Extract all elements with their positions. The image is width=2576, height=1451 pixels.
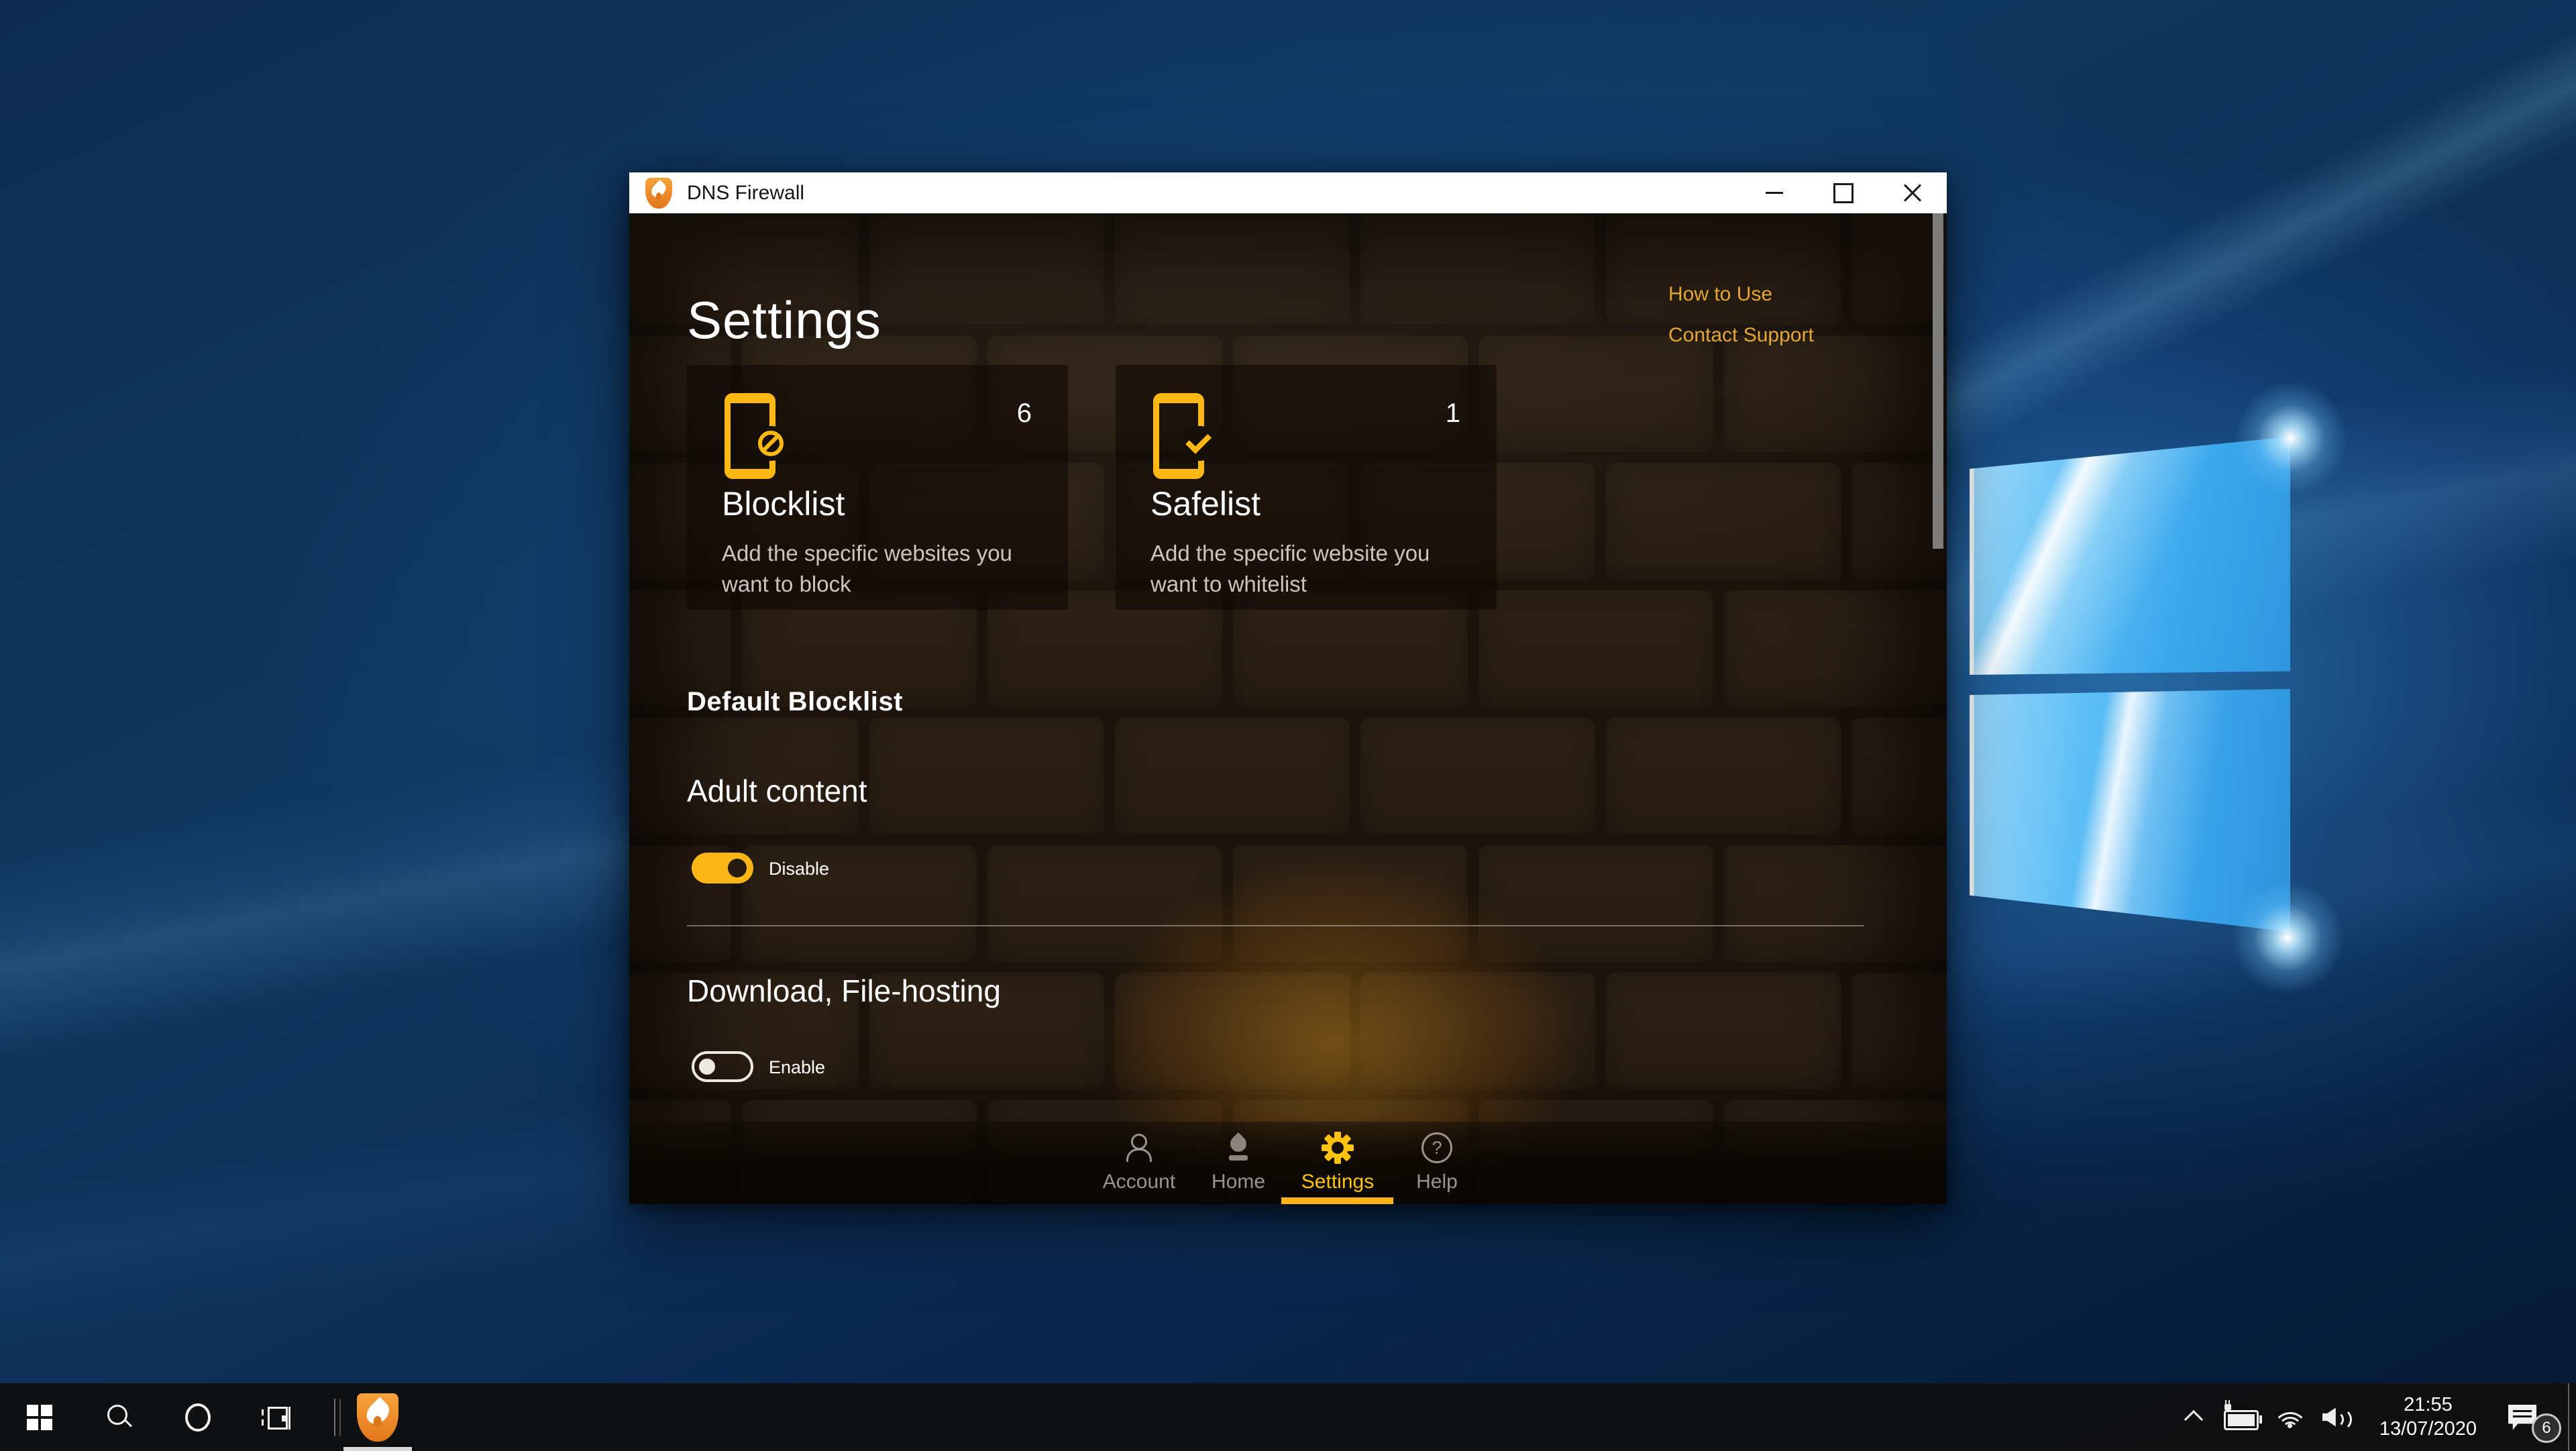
dns-firewall-app-icon bbox=[357, 1393, 398, 1442]
flame-icon bbox=[1223, 1132, 1254, 1163]
nav-item-account[interactable]: Account bbox=[1089, 1122, 1189, 1204]
bottom-navbar: Account Home Settings ? Help bbox=[629, 1117, 1947, 1204]
windows-logo-pane-bottom bbox=[1970, 689, 2290, 932]
adult-content-toggle-label: Disable bbox=[769, 859, 830, 879]
running-app-indicator bbox=[343, 1447, 412, 1451]
download-filehosting-toggle-label: Enable bbox=[769, 1057, 826, 1077]
settings-page: Settings How to Use Contact Support 6 Bl… bbox=[629, 213, 1947, 1204]
task-view-icon bbox=[262, 1403, 292, 1432]
maximize-icon bbox=[1833, 182, 1854, 203]
taskbar-separator bbox=[334, 1398, 335, 1436]
blocklist-card[interactable]: 6 Blocklist Add the specific websites yo… bbox=[687, 365, 1068, 610]
download-filehosting-label: Download, File-hosting bbox=[687, 973, 1001, 1008]
block-badge-icon bbox=[758, 431, 784, 456]
phone-block-icon bbox=[724, 393, 790, 479]
help-icon: ? bbox=[1421, 1132, 1452, 1163]
gear-icon bbox=[1322, 1132, 1354, 1164]
start-button[interactable] bbox=[0, 1383, 79, 1451]
safelist-card[interactable]: 1 Safelist Add the specific website you … bbox=[1116, 365, 1497, 610]
windows-logo-icon bbox=[27, 1404, 52, 1430]
page-title: Settings bbox=[687, 290, 881, 350]
clock-time: 21:55 bbox=[2404, 1393, 2453, 1415]
download-filehosting-toggle[interactable] bbox=[692, 1051, 753, 1082]
notification-badge: 6 bbox=[2532, 1413, 2561, 1443]
task-view-button[interactable] bbox=[237, 1383, 317, 1451]
window-title: DNS Firewall bbox=[687, 181, 805, 204]
close-button[interactable] bbox=[1878, 172, 1947, 213]
cortana-icon bbox=[185, 1403, 211, 1432]
safelist-card-description: Add the specific website you want to whi… bbox=[1150, 541, 1430, 596]
minimize-button[interactable] bbox=[1739, 172, 1809, 213]
person-icon bbox=[1124, 1132, 1155, 1163]
list-cards: 6 Blocklist Add the specific websites yo… bbox=[687, 365, 1497, 610]
chevron-up-icon bbox=[2184, 1409, 2203, 1429]
safelist-card-title: Safelist bbox=[1150, 485, 1260, 523]
windows-logo-pane-top bbox=[1970, 437, 2290, 675]
adult-content-toggle[interactable] bbox=[692, 853, 753, 883]
app-logo-shield-icon bbox=[645, 177, 672, 209]
blocklist-count: 6 bbox=[1016, 398, 1032, 428]
clock-date: 13/07/2020 bbox=[2379, 1417, 2477, 1440]
cortana-button[interactable] bbox=[158, 1383, 237, 1451]
check-badge-icon bbox=[1185, 427, 1212, 454]
nav-label-home: Home bbox=[1211, 1171, 1266, 1193]
active-tab-underline bbox=[1281, 1197, 1393, 1204]
maximize-button[interactable] bbox=[1809, 172, 1878, 213]
close-icon bbox=[1902, 183, 1923, 203]
how-to-use-link[interactable]: How to Use bbox=[1668, 283, 1814, 306]
scrollbar-thumb[interactable] bbox=[1933, 213, 1943, 549]
app-window: DNS Firewall Settings How to Use Contact… bbox=[629, 172, 1947, 1204]
search-icon bbox=[105, 1403, 133, 1432]
nav-item-help[interactable]: ? Help bbox=[1387, 1122, 1487, 1204]
default-blocklist-heading: Default Blocklist bbox=[687, 687, 903, 716]
volume-button[interactable] bbox=[2314, 1383, 2362, 1451]
speaker-icon bbox=[2322, 1405, 2353, 1431]
nav-label-help: Help bbox=[1416, 1171, 1458, 1193]
nav-label-settings: Settings bbox=[1301, 1171, 1375, 1193]
minimize-icon bbox=[1765, 192, 1783, 194]
network-button[interactable] bbox=[2267, 1383, 2314, 1451]
safelist-count: 1 bbox=[1445, 398, 1460, 428]
battery-charging-icon bbox=[2223, 1399, 2262, 1430]
system-tray: 21:55 13/07/2020 6 bbox=[2171, 1383, 2576, 1451]
dns-firewall-taskbar-button[interactable] bbox=[338, 1383, 417, 1451]
nav-item-home[interactable]: Home bbox=[1189, 1122, 1288, 1204]
nav-label-account: Account bbox=[1102, 1171, 1176, 1193]
show-desktop-button[interactable] bbox=[2568, 1383, 2576, 1451]
wifi-icon bbox=[2273, 1405, 2306, 1430]
window-titlebar: DNS Firewall bbox=[629, 172, 1947, 213]
nav-item-settings[interactable]: Settings bbox=[1288, 1122, 1387, 1204]
taskbar-clock[interactable]: 21:55 13/07/2020 bbox=[2362, 1383, 2494, 1451]
blocklist-card-description: Add the specific websites you want to bl… bbox=[722, 541, 1012, 596]
search-button[interactable] bbox=[79, 1383, 158, 1451]
section-divider bbox=[687, 925, 1864, 926]
battery-button[interactable] bbox=[2216, 1383, 2267, 1451]
taskbar: 21:55 13/07/2020 6 bbox=[0, 1383, 2576, 1451]
contact-support-link[interactable]: Contact Support bbox=[1668, 324, 1814, 347]
blocklist-card-title: Blocklist bbox=[722, 485, 845, 523]
action-center-button[interactable]: 6 bbox=[2494, 1383, 2568, 1451]
header-links: How to Use Contact Support bbox=[1668, 283, 1814, 347]
plug-icon bbox=[2224, 1399, 2231, 1410]
phone-check-icon bbox=[1153, 393, 1218, 479]
tray-overflow-button[interactable] bbox=[2171, 1383, 2216, 1451]
adult-content-label: Adult content bbox=[687, 773, 867, 808]
